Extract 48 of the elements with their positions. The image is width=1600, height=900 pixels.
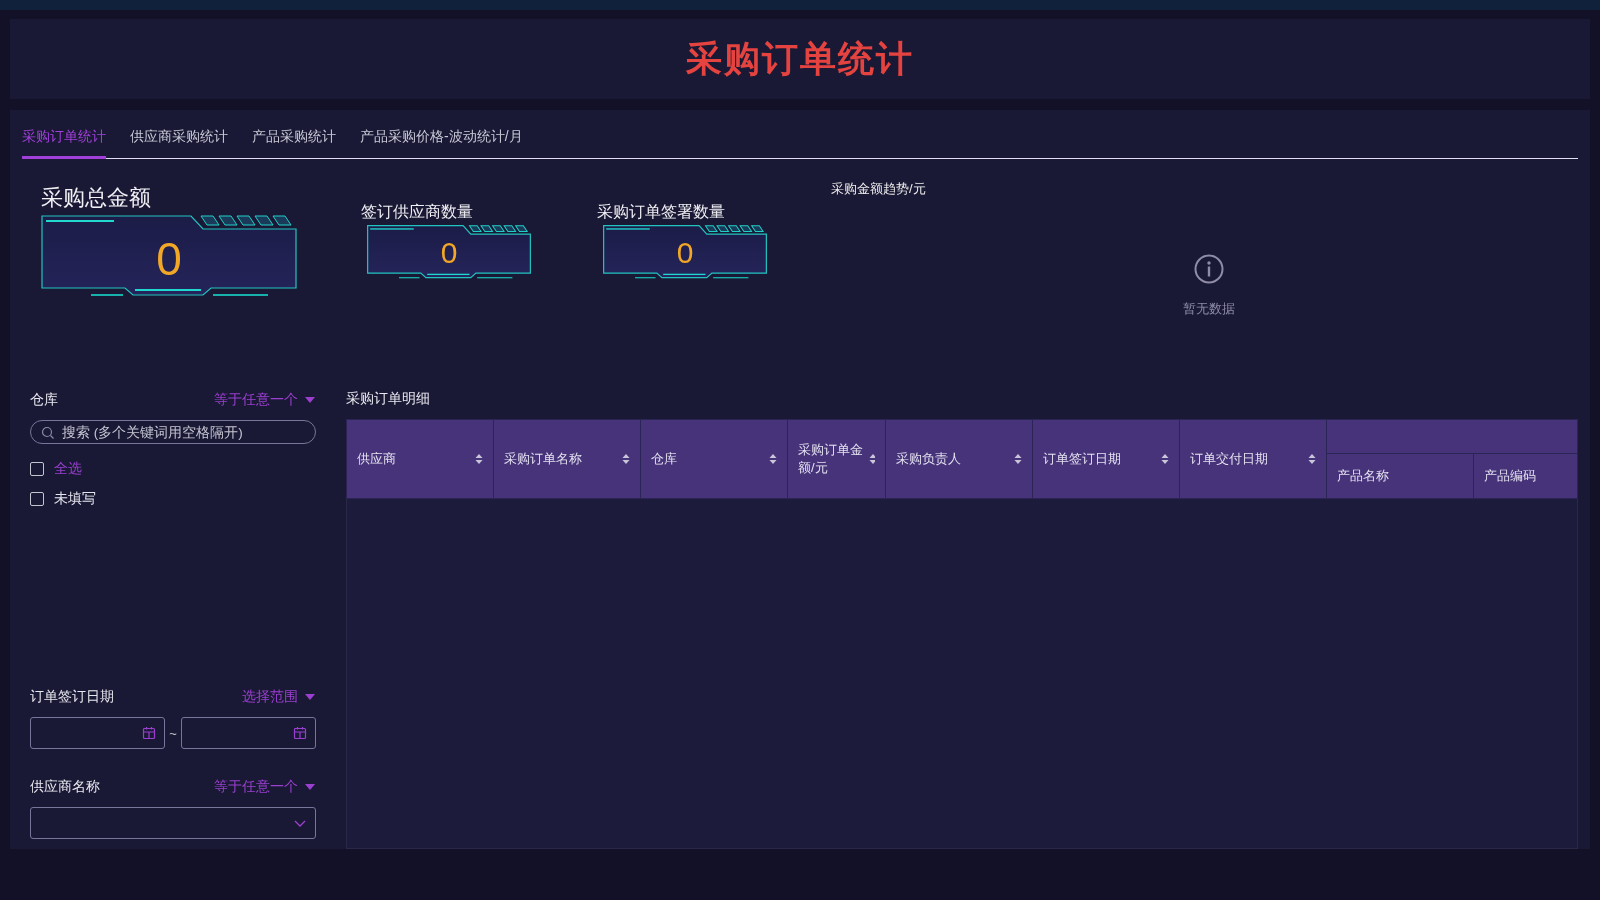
chart-title: 采购金额趋势/元 bbox=[831, 180, 926, 198]
sort-icon[interactable] bbox=[869, 454, 875, 464]
filter-label: 订单签订日期 bbox=[30, 688, 114, 706]
checkbox[interactable] bbox=[30, 462, 44, 476]
filter-label: 供应商名称 bbox=[30, 778, 100, 796]
tab[interactable]: 供应商采购统计 bbox=[130, 128, 228, 159]
range-separator: ~ bbox=[169, 725, 177, 741]
page-title: 采购订单统计 bbox=[686, 36, 914, 81]
tab[interactable]: 产品采购价格-波动统计/月 bbox=[360, 128, 523, 159]
filter-label: 仓库 bbox=[30, 391, 58, 409]
checkbox-label: 全选 bbox=[54, 460, 82, 478]
sort-icon[interactable] bbox=[1014, 454, 1022, 464]
caret-icon bbox=[304, 692, 316, 702]
table-title: 采购订单明细 bbox=[346, 390, 431, 408]
caret-icon bbox=[304, 782, 316, 792]
checkbox[interactable] bbox=[30, 492, 44, 506]
column-header[interactable]: 采购订单名称 bbox=[493, 419, 641, 499]
stat-label: 签订供应商数量 bbox=[361, 202, 474, 222]
caret-icon bbox=[304, 395, 316, 405]
column-header[interactable]: 订单签订日期 bbox=[1032, 419, 1180, 499]
sort-icon[interactable] bbox=[1161, 454, 1169, 464]
column-header[interactable]: 产品编码 bbox=[1473, 453, 1578, 499]
column-header[interactable]: 订单交付日期 bbox=[1179, 419, 1327, 499]
column-header[interactable]: 采购负责人 bbox=[885, 419, 1033, 499]
tab[interactable]: 产品采购统计 bbox=[252, 128, 336, 159]
column-header[interactable]: 产品名称 bbox=[1326, 453, 1474, 499]
date-input[interactable] bbox=[30, 717, 166, 749]
select-dropdown[interactable] bbox=[30, 807, 316, 839]
empty-state-text: 暂无数据 bbox=[1182, 300, 1235, 318]
column-header[interactable]: 采购订单金额/元 bbox=[787, 419, 886, 499]
date-input[interactable] bbox=[180, 717, 316, 749]
column-header[interactable]: 仓库 bbox=[640, 419, 788, 499]
stat-value: 0 bbox=[156, 232, 182, 286]
stat-value: 0 bbox=[440, 236, 458, 270]
stat-label: 采购总金额 bbox=[41, 184, 152, 212]
checkbox-label: 未填写 bbox=[54, 490, 96, 508]
stat-label: 采购订单签署数量 bbox=[597, 202, 726, 222]
search-icon bbox=[41, 425, 54, 439]
column-header[interactable]: 供应商 bbox=[346, 419, 494, 499]
stat-value: 0 bbox=[676, 236, 694, 270]
sort-icon[interactable] bbox=[1308, 454, 1316, 464]
info-icon bbox=[1193, 254, 1224, 284]
calendar-icon bbox=[293, 726, 307, 740]
sort-icon[interactable] bbox=[769, 454, 777, 464]
calendar-icon bbox=[142, 726, 157, 740]
sort-icon[interactable] bbox=[622, 454, 630, 464]
sort-icon[interactable] bbox=[475, 454, 483, 464]
tab[interactable]: 采购订单统计 bbox=[22, 128, 106, 159]
